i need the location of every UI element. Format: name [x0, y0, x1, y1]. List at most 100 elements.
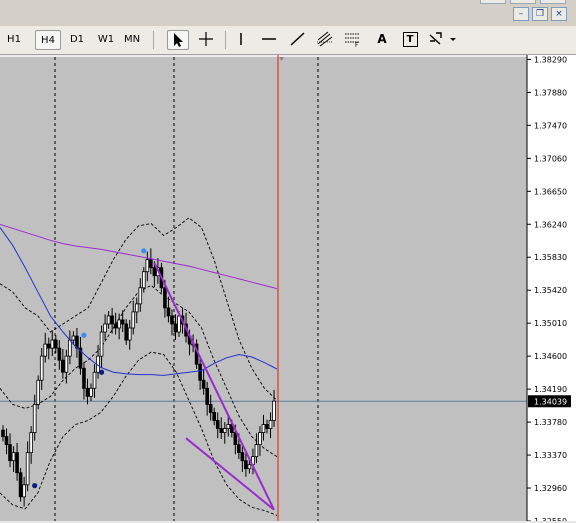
candle-body	[4, 436, 9, 446]
minimize-button[interactable]: –	[513, 7, 529, 21]
candle-body	[110, 315, 114, 325]
candle-body	[50, 339, 55, 349]
timeframe-h1[interactable]: H1	[0, 30, 28, 50]
candle-body	[8, 444, 12, 462]
candle-body	[198, 363, 202, 381]
candle-body	[68, 339, 72, 357]
candle-body	[22, 484, 26, 498]
candle-body	[43, 343, 48, 357]
price-tick-label: 1.37060	[534, 154, 567, 163]
candle-body	[226, 424, 231, 429]
price-tick-label: 1.35010	[534, 319, 567, 328]
fractal-down-marker	[32, 483, 38, 489]
trendline-tool[interactable]	[287, 30, 309, 50]
candle-body	[247, 464, 252, 470]
candle-body	[208, 403, 213, 413]
text-tool[interactable]: A	[371, 30, 393, 50]
fibonacci-tool[interactable]: F	[343, 30, 365, 50]
price-tick-label: 1.33780	[534, 418, 567, 427]
horizontal-line-tool[interactable]	[259, 30, 281, 50]
candle-body	[152, 267, 157, 277]
price-tick-label: 1.35830	[534, 253, 567, 262]
timeframe-w1[interactable]: W1	[93, 30, 119, 50]
candle-body	[32, 403, 37, 433]
price-tick-label: 1.33370	[534, 451, 567, 460]
price-tick-label: 1.36650	[534, 187, 567, 196]
current-price-label: 1.34039	[534, 397, 567, 406]
crosshair-icon	[199, 32, 213, 46]
price-tick-label: 1.38290	[534, 55, 567, 64]
candle-body	[82, 367, 86, 389]
cursor-tool[interactable]	[167, 30, 189, 50]
candle-body	[134, 303, 139, 313]
cursor-icon	[174, 33, 183, 47]
crosshair-tool[interactable]	[196, 30, 218, 50]
toolbar: H1 H4 D1 W1 MN F A T	[0, 26, 576, 55]
price-tick-label: 1.37880	[534, 88, 567, 97]
candle-body	[85, 387, 90, 397]
window-title-strip: – ❐ ×	[0, 0, 576, 27]
candle-body	[46, 343, 51, 349]
fractal-down-marker	[98, 369, 105, 375]
horizontal-line-icon	[262, 38, 276, 40]
text-label-tool[interactable]: T	[399, 30, 421, 50]
candle-body	[71, 335, 76, 341]
candle-body	[103, 323, 107, 333]
candle-body	[177, 315, 181, 333]
price-tick-label: 1.35420	[534, 286, 567, 295]
vertical-line-icon	[240, 33, 242, 45]
toolbar-separator	[153, 31, 154, 49]
fibonacci-channel-tool[interactable]	[315, 30, 337, 50]
fibonacci-icon: F	[345, 33, 359, 49]
candle-body	[113, 323, 118, 329]
candle-body	[138, 287, 143, 305]
candle-body	[89, 387, 93, 397]
candle-body	[166, 307, 171, 317]
candle-body	[205, 387, 209, 405]
candle-body	[106, 315, 111, 325]
trendline-icon	[290, 32, 305, 46]
candle-body	[1, 429, 5, 437]
price-tick-label: 1.36240	[534, 220, 567, 229]
candle-body	[141, 271, 146, 289]
candle-body	[173, 323, 178, 333]
candle-body	[170, 315, 174, 325]
candle-body	[120, 319, 125, 325]
timeframe-mn[interactable]: MN	[120, 30, 144, 50]
candle-body	[92, 371, 97, 389]
candle-body	[268, 420, 273, 429]
candle-body	[222, 428, 227, 433]
candle-body	[215, 420, 220, 429]
restore-button[interactable]: ❐	[532, 7, 548, 21]
candle-body	[29, 432, 33, 454]
candle-body	[233, 432, 238, 446]
candle-body	[57, 347, 62, 361]
candle-body	[61, 359, 65, 373]
text-tool-label: A	[377, 32, 387, 46]
candle-body	[11, 452, 16, 462]
candle-body	[54, 339, 58, 349]
candle-body	[127, 327, 132, 341]
candle-body	[258, 432, 262, 446]
candle-body	[237, 444, 241, 454]
timeframe-d1[interactable]: D1	[64, 30, 90, 50]
candle-body	[240, 452, 245, 462]
parent-window-button[interactable]	[510, 0, 536, 4]
candle-body	[99, 331, 104, 357]
candle-body	[145, 259, 150, 273]
timeframe-h4[interactable]: H4	[35, 30, 61, 50]
parent-window-button[interactable]	[480, 0, 506, 4]
candle-body	[244, 460, 248, 470]
candle-body	[254, 444, 259, 458]
candle-body	[124, 323, 129, 341]
close-button[interactable]: ×	[551, 7, 567, 21]
vertical-line-tool[interactable]	[231, 30, 253, 50]
parent-window-button[interactable]	[540, 0, 566, 4]
candle-body	[117, 319, 121, 329]
arrows-tool[interactable]	[427, 30, 461, 50]
price-chart[interactable]: 1.38290 1.37880 1.37470 1.37060 1.36650 1.362…	[0, 55, 576, 523]
candle-body	[163, 287, 167, 309]
plot-area	[0, 57, 527, 521]
candle-body	[265, 424, 269, 429]
price-tick-label: 1.32960	[534, 484, 567, 493]
